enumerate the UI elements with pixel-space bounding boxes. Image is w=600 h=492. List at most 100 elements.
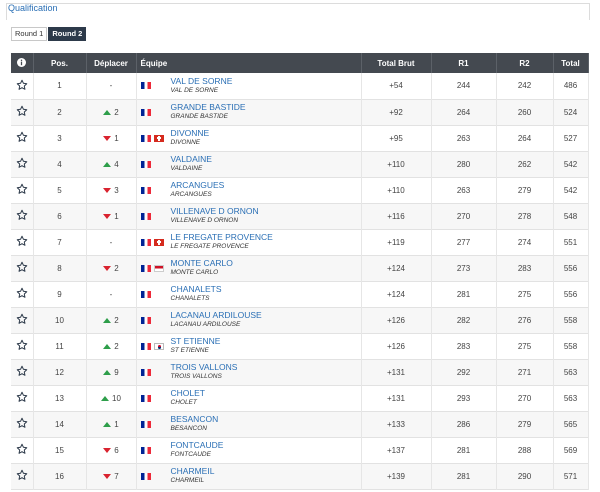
team-name-link[interactable]: LACANAU ARDILOUSE	[171, 310, 262, 320]
total-cell: 563	[553, 385, 589, 411]
favorite-star-icon[interactable]	[16, 209, 28, 223]
team-name-link[interactable]: BESANCON	[171, 414, 219, 424]
team-name-link[interactable]: CHOLET	[171, 388, 205, 398]
table-row[interactable]: 6 1 VILLENAVE D ORNON VILLENAVE D ORNON …	[11, 203, 589, 229]
r2-column-header[interactable]: R2	[496, 53, 554, 73]
favorite-star-icon[interactable]	[16, 391, 28, 405]
position-cell: 15	[33, 437, 87, 463]
total-cell: 527	[553, 125, 589, 151]
team-flags	[137, 212, 171, 220]
favorite-star-icon[interactable]	[16, 183, 28, 197]
table-row[interactable]: 8 2 MONTE CARLO MONTE CARLO +124 273 283…	[11, 255, 589, 281]
pos-column-header[interactable]: Pos.	[33, 53, 87, 73]
favorite-star-icon[interactable]	[16, 131, 28, 145]
team-subtitle: FONTCAUDE	[170, 451, 211, 458]
flag-fr-icon	[140, 160, 151, 168]
team-name-link[interactable]: MONTE CARLO	[171, 258, 233, 268]
team-name-link[interactable]: VALDAINE	[171, 154, 212, 164]
move-value: 2	[114, 263, 119, 273]
total-cell: 563	[553, 359, 589, 385]
table-row[interactable]: 10 2 LACANAU ARDILOUSE LACANAU ARDILOUSE…	[11, 307, 589, 333]
favorite-star-icon[interactable]	[16, 79, 28, 93]
team-cell: BESANCON BESANCON	[137, 414, 361, 434]
round-1-button[interactable]: Round 1	[11, 27, 48, 41]
table-row[interactable]: 12 9 TROIS VALLONS TROIS VALLONS +131 29…	[11, 359, 589, 385]
total-brut-column-header[interactable]: Total Brut	[361, 53, 432, 73]
team-name-link[interactable]: VAL DE SORNE	[171, 76, 233, 86]
team-name-link[interactable]: DIVONNE	[171, 128, 210, 138]
team-cell: TROIS VALLONS TROIS VALLONS	[137, 362, 361, 382]
favorite-star-icon[interactable]	[16, 287, 28, 301]
favorite-star-icon[interactable]	[16, 339, 28, 353]
r2-cell: 275	[496, 333, 554, 359]
table-row[interactable]: 11 2 ST ETIENNE ST ETIENNE +126 283 275 …	[11, 333, 589, 359]
position-cell: 1	[33, 73, 87, 99]
team-name-link[interactable]: CHANALETS	[171, 284, 222, 294]
favorite-star-icon[interactable]	[16, 443, 28, 457]
info-column-header[interactable]	[11, 53, 34, 73]
favorite-star-icon[interactable]	[16, 105, 28, 119]
total-brut-cell: +131	[361, 385, 432, 411]
total-brut-cell: +124	[361, 255, 432, 281]
r1-cell: 281	[431, 281, 497, 307]
move-indicator: 4	[87, 160, 136, 169]
team-subtitle: ST ETIENNE	[170, 347, 209, 354]
table-row[interactable]: 3 1 DIVONNE DIVONNE +95 263 264 527	[11, 125, 589, 151]
move-indicator: -	[87, 290, 136, 299]
move-value: -	[109, 289, 113, 299]
table-row[interactable]: 13 10 CHOLET CHOLET +131 293 270 563	[11, 385, 589, 411]
move-down-icon	[103, 213, 112, 219]
r1-cell: 244	[431, 73, 497, 99]
team-cell: LACANAU ARDILOUSE LACANAU ARDILOUSE	[137, 310, 361, 330]
table-row[interactable]: 15 6 FONTCAUDE FONTCAUDE +137 281 288 56…	[11, 437, 589, 463]
total-column-header[interactable]: Total	[553, 53, 589, 73]
table-row[interactable]: 16 7 CHARMEIL CHARMEIL +139 281 290 571	[11, 463, 589, 489]
favorite-star-icon[interactable]	[16, 417, 28, 431]
move-value: 3	[114, 185, 119, 195]
favorite-star-icon[interactable]	[16, 469, 28, 483]
move-up-icon	[103, 317, 112, 323]
round-2-button[interactable]: Round 2	[48, 27, 87, 41]
favorite-star-icon[interactable]	[16, 365, 28, 379]
team-name-link[interactable]: CHARMEIL	[171, 466, 215, 476]
total-brut-cell: +137	[361, 437, 432, 463]
favorite-star-icon[interactable]	[16, 235, 28, 249]
team-name-link[interactable]: VILLENAVE D ORNON	[171, 206, 259, 216]
table-row[interactable]: 4 4 VALDAINE VALDAINE +110 280 262 542	[11, 151, 589, 177]
flag-fr-icon	[140, 212, 151, 220]
table-header: Pos. Déplacer Équipe Total Brut R1 R2 To…	[11, 53, 589, 73]
team-name-link[interactable]: ARCANGUES	[171, 180, 225, 190]
team-name-link[interactable]: LE FREGATE PROVENCE	[171, 232, 273, 242]
favorite-star-icon[interactable]	[16, 313, 28, 327]
position-cell: 12	[33, 359, 87, 385]
r1-cell: 263	[431, 125, 497, 151]
table-row[interactable]: 7 - LE FREGATE PROVENCE LE FREGATE PROVE…	[11, 229, 589, 255]
favorite-star-icon[interactable]	[16, 261, 28, 275]
team-name-link[interactable]: TROIS VALLONS	[171, 362, 238, 372]
team-name-link[interactable]: FONTCAUDE	[171, 440, 224, 450]
move-up-icon	[103, 369, 112, 375]
favorite-star-icon[interactable]	[16, 157, 28, 171]
position-cell: 9	[33, 281, 87, 307]
move-value: 1	[114, 133, 119, 143]
team-column-header[interactable]: Équipe	[136, 53, 362, 73]
table-row[interactable]: 1 - VAL DE SORNE VAL DE SORNE +54 244 24…	[11, 73, 589, 99]
r1-cell: 264	[431, 99, 497, 125]
table-row[interactable]: 9 - CHANALETS CHANALETS +124 281 275 556	[11, 281, 589, 307]
table-row[interactable]: 5 3 ARCANGUES ARCANGUES +110 263 279 542	[11, 177, 589, 203]
total-brut-cell: +54	[361, 73, 432, 99]
position-cell: 16	[33, 463, 87, 489]
tab-qualification[interactable]: Qualification	[8, 3, 58, 13]
move-up-icon	[103, 161, 112, 167]
team-name-link[interactable]: ST ETIENNE	[171, 336, 221, 346]
table-row[interactable]: 14 1 BESANCON BESANCON +133 286 279 565	[11, 411, 589, 437]
move-value: 2	[114, 107, 119, 117]
r1-column-header[interactable]: R1	[431, 53, 497, 73]
move-up-icon	[103, 343, 112, 349]
team-name-link[interactable]: GRANDE BASTIDE	[171, 102, 246, 112]
total-cell: 551	[553, 229, 589, 255]
position-cell: 6	[33, 203, 87, 229]
table-row[interactable]: 2 2 GRANDE BASTIDE GRANDE BASTIDE +92 26…	[11, 99, 589, 125]
team-flags	[137, 368, 171, 376]
move-column-header[interactable]: Déplacer	[86, 53, 137, 73]
